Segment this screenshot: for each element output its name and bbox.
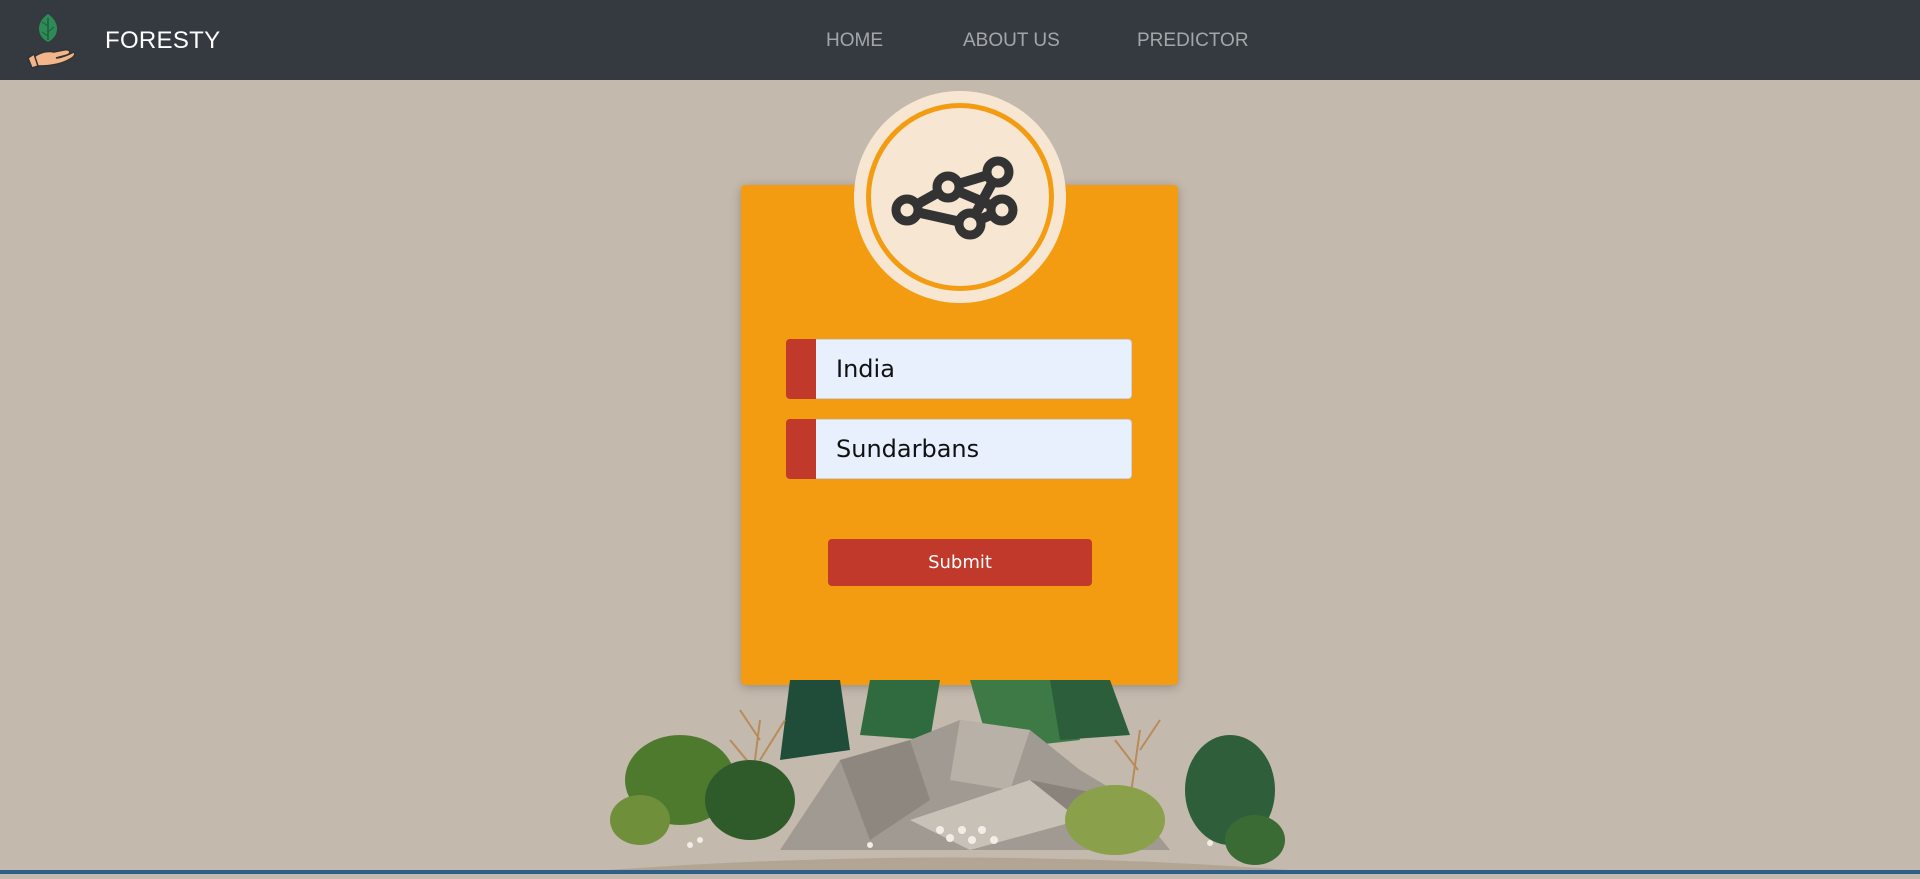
region-field-marker	[786, 419, 816, 479]
bottom-strip	[0, 870, 1920, 874]
navbar: FORESTY HOME ABOUT US PREDICTOR	[0, 0, 1920, 80]
country-field	[786, 339, 1132, 399]
region-field	[786, 419, 1132, 479]
network-graph-icon	[866, 103, 1054, 291]
brand-name[interactable]: FORESTY	[105, 27, 220, 55]
leaf-hand-logo-icon[interactable]	[26, 10, 76, 70]
nav-predictor-link[interactable]: PREDICTOR	[1137, 30, 1249, 52]
nav-about-us-link[interactable]: ABOUT US	[963, 30, 1060, 52]
submit-button[interactable]: Submit	[828, 539, 1092, 586]
nav-home-link[interactable]: HOME	[826, 30, 883, 52]
forest-rocks-illustration	[610, 680, 1290, 874]
country-field-marker	[786, 339, 816, 399]
country-input[interactable]	[816, 339, 1132, 399]
form-avatar	[854, 91, 1066, 303]
region-input[interactable]	[816, 419, 1132, 479]
